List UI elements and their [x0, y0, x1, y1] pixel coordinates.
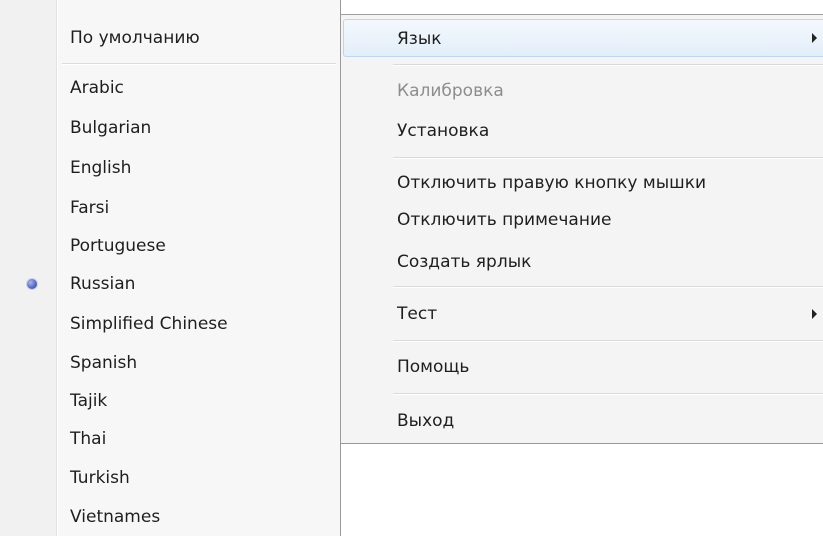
- icon-gutter: [0, 0, 56, 536]
- language-item-english[interactable]: English: [70, 153, 131, 183]
- separator: [393, 393, 823, 395]
- submenu-arrow-icon: [812, 309, 817, 319]
- language-item-portuguese[interactable]: Portuguese: [70, 231, 166, 261]
- menu-item-disable-right-click[interactable]: Отключить правую кнопку мышки: [397, 167, 706, 199]
- menu-item-language[interactable]: Язык: [397, 23, 442, 55]
- main-context-menu: Язык Калибровка Установка Отключить прав…: [341, 14, 823, 444]
- separator: [393, 64, 823, 66]
- submenu-arrow-icon: [812, 33, 817, 43]
- gutter-divider: [56, 0, 58, 536]
- separator: [393, 157, 823, 159]
- language-item-simplified-chinese[interactable]: Simplified Chinese: [70, 309, 228, 339]
- language-item-farsi[interactable]: Farsi: [70, 193, 109, 223]
- language-submenu: По умолчанию Arabic Bulgarian English Fa…: [0, 0, 341, 536]
- separator: [62, 63, 336, 65]
- language-item-turkish[interactable]: Turkish: [70, 463, 130, 493]
- radio-selected-icon: [27, 279, 37, 289]
- language-item-default[interactable]: По умолчанию: [70, 23, 200, 53]
- menu-item-test[interactable]: Тест: [397, 298, 437, 330]
- language-item-thai[interactable]: Thai: [70, 424, 106, 454]
- menu-item-create-shortcut[interactable]: Создать ярлык: [397, 246, 531, 278]
- language-item-tajik[interactable]: Tajik: [70, 386, 107, 416]
- separator: [393, 286, 823, 288]
- language-item-russian[interactable]: Russian: [70, 269, 135, 299]
- language-item-bulgarian[interactable]: Bulgarian: [70, 113, 151, 143]
- menu-item-help[interactable]: Помощь: [397, 351, 469, 383]
- menu-item-exit[interactable]: Выход: [397, 405, 454, 437]
- separator: [393, 340, 823, 342]
- language-item-vietnames[interactable]: Vietnames: [70, 502, 160, 532]
- language-item-spanish[interactable]: Spanish: [70, 348, 137, 378]
- menu-item-setup[interactable]: Установка: [397, 115, 489, 147]
- language-item-arabic[interactable]: Arabic: [70, 73, 124, 103]
- menu-item-disable-note[interactable]: Отключить примечание: [397, 204, 611, 236]
- menu-item-calibration: Калибровка: [397, 81, 504, 101]
